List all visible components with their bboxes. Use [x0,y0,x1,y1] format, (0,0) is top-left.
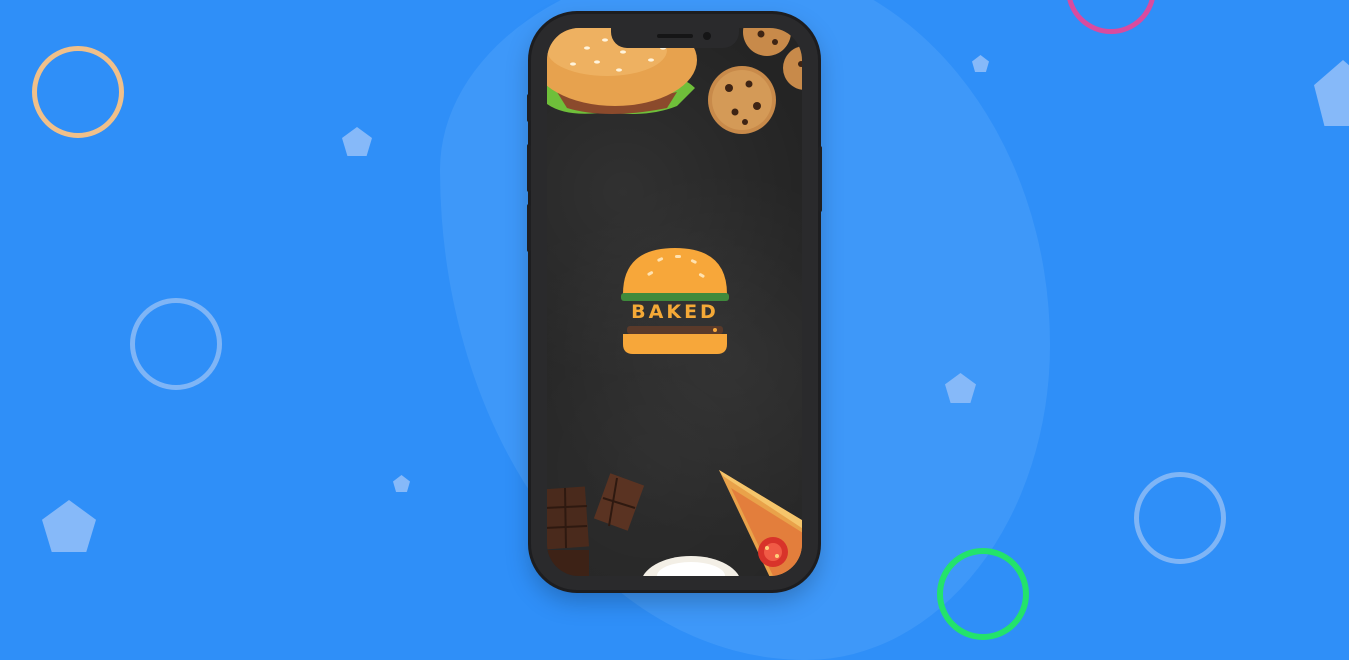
splash-screen: BAKED [547,28,802,576]
decor-pentagon [1314,60,1349,126]
baked-logo: BAKED [619,248,731,358]
phone-speaker [657,34,693,38]
phone-volume-down-button [527,204,531,252]
phone-mute-switch [527,94,531,122]
decor-pentagon [42,500,96,552]
logo-text: BAKED [631,301,719,323]
decor-ring-pink [1066,0,1156,34]
phone-notch [611,28,739,48]
phone-camera [703,32,711,40]
decor-ring-green [937,548,1029,640]
phone-mockup: BAKED [527,14,822,590]
decor-ring-blue-right [1134,472,1226,564]
decor-pentagon [972,55,989,72]
phone-volume-up-button [527,144,531,192]
phone-power-button [818,146,822,212]
decor-pentagon [342,127,372,156]
decor-ring-orange [32,46,124,138]
decor-ring-blue-left [130,298,222,390]
decor-pentagon [393,475,410,492]
pizza-slice-photo [719,470,802,576]
